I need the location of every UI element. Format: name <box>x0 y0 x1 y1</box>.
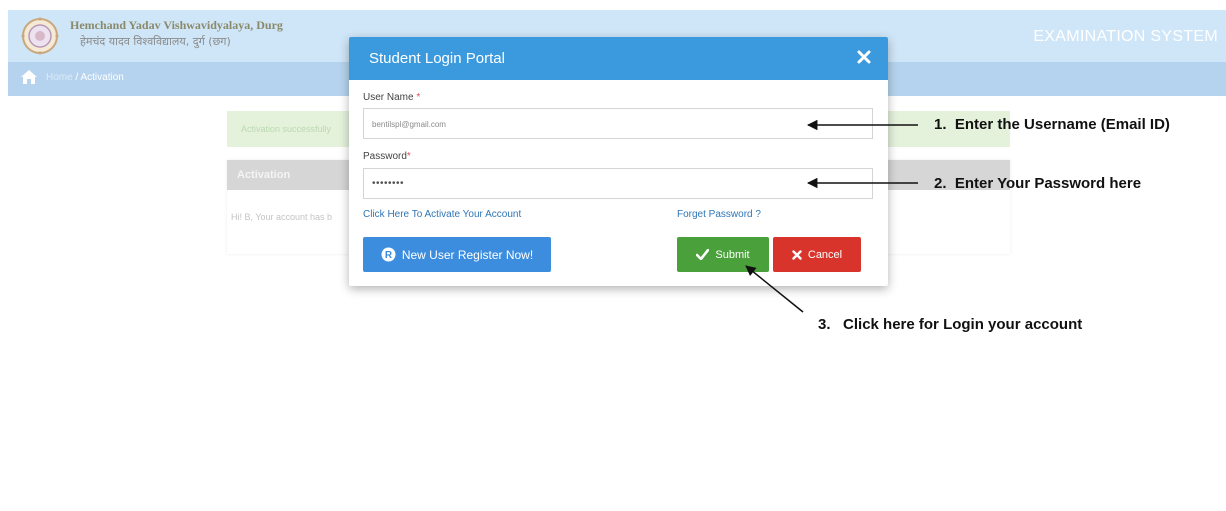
step-2-text: Enter Your Password here <box>954 175 1142 192</box>
step-2-number: 2. <box>934 175 947 192</box>
step-1-number: 1. <box>934 116 947 133</box>
step-1-text: Enter the Username (Email ID) <box>954 116 1170 133</box>
annotation-step-1: 1. Enter the Username (Email ID) <box>934 116 1170 133</box>
step-3-number: 3. <box>818 316 831 333</box>
annotation-arrows <box>745 119 918 313</box>
annotation-step-2: 2. Enter Your Password here <box>934 175 1141 192</box>
screen: Hemchand Yadav Vishwavidyalaya, Durg हेम… <box>0 0 1226 511</box>
annotation-step-3: 3. Click here for Login your account <box>818 316 1082 333</box>
arrow-submit <box>745 265 804 313</box>
step-3-text: Click here for Login your account <box>843 316 1083 333</box>
